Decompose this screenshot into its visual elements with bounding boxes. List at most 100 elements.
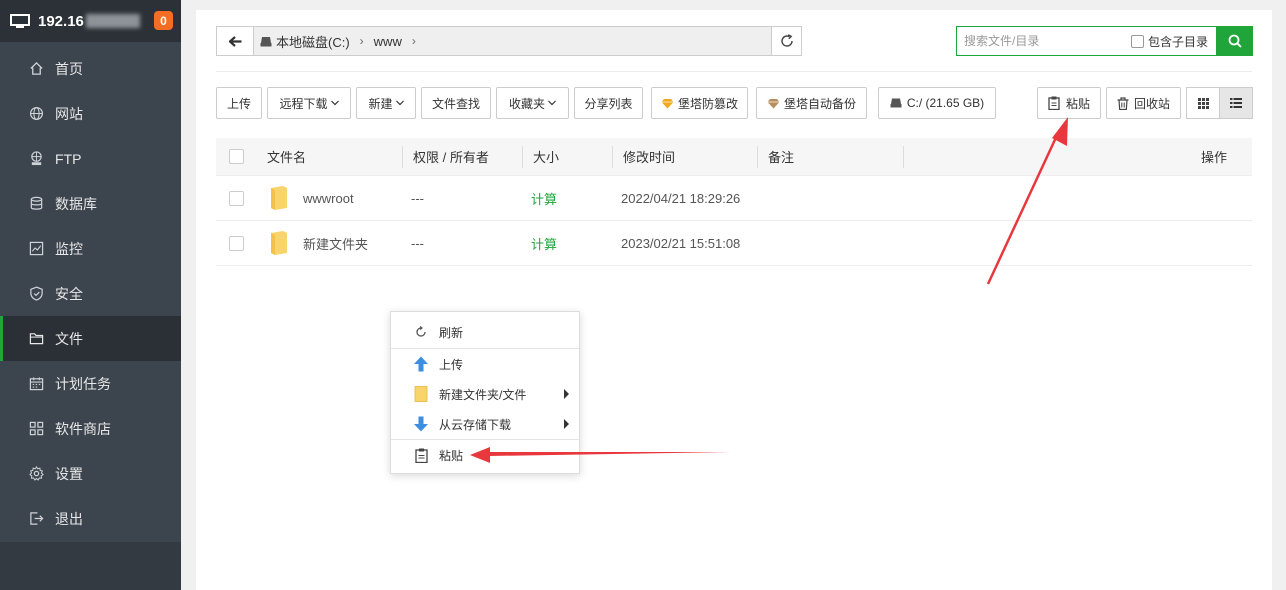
size-cell[interactable]: 计算: [531, 221, 557, 265]
sidebar-item-label: 文件: [55, 330, 83, 347]
file-name-cell[interactable]: wwwroot: [269, 176, 354, 220]
menu-item-new-folder-file[interactable]: 新建文件夹/文件: [391, 379, 579, 409]
disk-info-button[interactable]: C:/ (21.65 GB): [878, 87, 996, 119]
column-name[interactable]: 文件名: [267, 138, 306, 175]
button-label: 堡塔防篡改: [677, 96, 738, 111]
menu-item-refresh[interactable]: 刷新: [391, 317, 579, 347]
file-name-cell[interactable]: 新建文件夹: [269, 221, 368, 265]
find-files-button[interactable]: 文件查找: [421, 87, 491, 119]
arrow-left-icon: [228, 35, 241, 47]
globe-icon: [28, 106, 44, 122]
ftp-icon: [28, 151, 44, 167]
shield-icon: [28, 286, 44, 302]
submenu-arrow-icon: [564, 389, 569, 399]
home-icon: [28, 61, 44, 77]
sidebar-item-files[interactable]: 文件: [0, 316, 181, 361]
breadcrumb-item-drive[interactable]: 本地磁盘(C:): [260, 32, 350, 51]
table-row[interactable]: wwwroot --- 计算 2022/04/21 18:29:26: [216, 176, 1252, 221]
table-row[interactable]: 新建文件夹 --- 计算 2023/02/21 15:51:08: [216, 221, 1252, 266]
include-subdir-checkbox[interactable]: 包含子目录: [1131, 33, 1208, 50]
row-checkbox[interactable]: [229, 176, 244, 220]
chevron-down-icon: [330, 100, 339, 106]
back-button[interactable]: [217, 27, 254, 55]
breadcrumb-label: 本地磁盘(C:): [276, 34, 350, 50]
permission-cell[interactable]: ---: [411, 176, 424, 220]
column-actions: 操作: [1201, 138, 1227, 175]
row-checkbox[interactable]: [229, 221, 244, 265]
button-label: 分享列表: [584, 96, 633, 111]
file-name: wwwroot: [303, 190, 354, 206]
menu-item-upload[interactable]: 上传: [391, 349, 579, 379]
menu-item-cloud-download[interactable]: 从云存储下载: [391, 409, 579, 439]
sidebar-footer: [0, 542, 181, 590]
tamper-protection-button[interactable]: 堡塔防篡改: [651, 87, 748, 119]
calculate-size-link[interactable]: 计算: [531, 189, 557, 208]
size-cell[interactable]: 计算: [531, 176, 557, 220]
modified-time: 2023/02/21 15:51:08: [621, 235, 741, 251]
grid-view-icon: [1197, 97, 1209, 109]
logout-icon: [28, 511, 44, 527]
column-divider: [402, 146, 403, 168]
share-list-button[interactable]: 分享列表: [574, 87, 643, 119]
sidebar-item-store[interactable]: 软件商店: [0, 406, 181, 451]
chevron-down-icon: [395, 100, 404, 106]
button-label: 粘贴: [1065, 96, 1090, 111]
button-label: 上传: [226, 96, 251, 111]
sidebar-item-security[interactable]: 安全: [0, 271, 181, 316]
checkbox-box: [229, 149, 244, 164]
breadcrumb-item-www[interactable]: www: [374, 34, 402, 49]
column-modified[interactable]: 修改时间: [623, 138, 675, 175]
sidebar-item-monitor[interactable]: 监控: [0, 226, 181, 271]
refresh-button[interactable]: [771, 27, 801, 55]
drive-icon: [260, 36, 272, 46]
modified-time: 2022/04/21 18:29:26: [621, 190, 741, 206]
search-input[interactable]: [957, 28, 1127, 54]
column-permission[interactable]: 权限 / 所有者: [413, 138, 489, 175]
paste-button[interactable]: 粘贴: [1037, 87, 1101, 119]
calculate-size-link[interactable]: 计算: [531, 234, 557, 253]
trash-icon: [1117, 96, 1129, 110]
include-subdir-label: 包含子目录: [1148, 34, 1209, 49]
search-button[interactable]: [1216, 26, 1253, 56]
sidebar-item-logout[interactable]: 退出: [0, 496, 181, 541]
column-size[interactable]: 大小: [533, 138, 559, 175]
column-label: 操作: [1200, 150, 1227, 165]
column-divider: [612, 146, 613, 168]
sidebar-item-settings[interactable]: 设置: [0, 451, 181, 496]
remote-download-button[interactable]: 远程下载: [267, 87, 351, 119]
checkbox-box: [1131, 34, 1144, 48]
select-all-checkbox[interactable]: [229, 138, 244, 175]
list-view-button[interactable]: [1219, 88, 1252, 118]
favorites-button[interactable]: 收藏夹: [496, 87, 569, 119]
upload-button[interactable]: 上传: [216, 87, 262, 119]
permission-value: ---: [411, 190, 424, 206]
menu-item-label: 从云存储下载: [439, 417, 512, 432]
sidebar-item-label: 数据库: [55, 195, 97, 212]
checkbox-box: [229, 190, 244, 206]
server-host: 192.16: [38, 12, 84, 30]
button-label: 收藏夹: [508, 96, 545, 111]
grid-view-button[interactable]: [1187, 88, 1219, 118]
permission-cell[interactable]: ---: [411, 221, 424, 265]
menu-item-paste[interactable]: 粘贴: [391, 440, 579, 470]
sidebar-item-website[interactable]: 网站: [0, 91, 181, 136]
button-label: 文件查找: [431, 96, 480, 111]
sidebar-item-ftp[interactable]: FTP: [0, 136, 181, 181]
auto-backup-button[interactable]: 堡塔自动备份: [756, 87, 867, 119]
notification-badge[interactable]: 0: [154, 11, 173, 30]
context-menu: 刷新 上传 新建文件夹/文件 从云存储下载 粘贴: [390, 311, 580, 474]
sidebar-item-label: 退出: [55, 510, 83, 527]
column-label: 文件名: [267, 150, 307, 165]
breadcrumb-separator-icon: ›: [411, 34, 416, 48]
sidebar-item-database[interactable]: 数据库: [0, 181, 181, 226]
button-label: 新建: [368, 96, 393, 111]
new-button[interactable]: 新建: [356, 87, 416, 119]
sidebar-item-cron[interactable]: 计划任务: [0, 361, 181, 406]
sidebar-item-home[interactable]: 首页: [0, 46, 181, 91]
arrow-down-icon: [413, 416, 429, 432]
host-redaction: [85, 14, 140, 28]
sidebar-item-label: 软件商店: [55, 420, 111, 437]
path-bar: 本地磁盘(C:) › www ›: [216, 26, 802, 56]
recycle-bin-button[interactable]: 回收站: [1106, 87, 1181, 119]
column-note: 备注: [768, 138, 794, 175]
